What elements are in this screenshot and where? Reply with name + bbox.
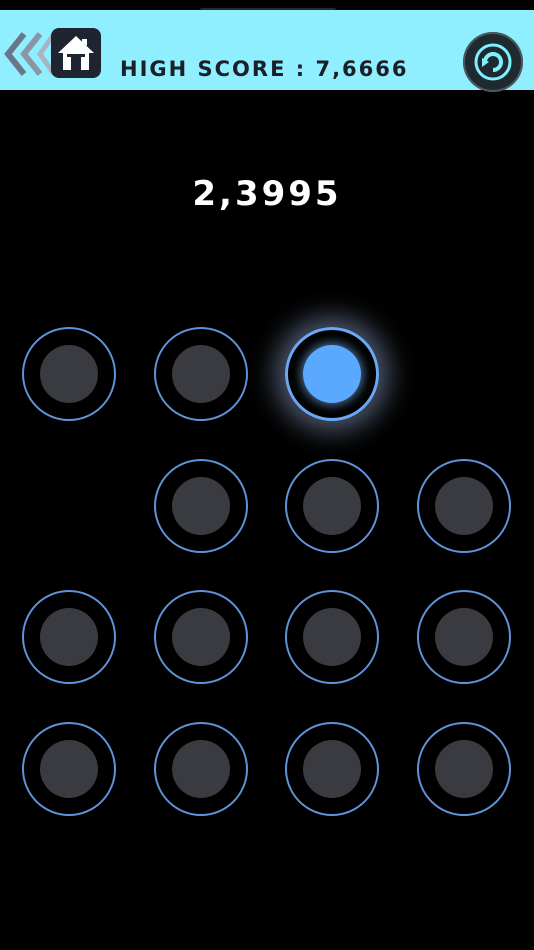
dot-core <box>172 345 230 403</box>
dot-grid <box>0 0 534 950</box>
dot-core <box>40 345 98 403</box>
dot-core <box>40 608 98 666</box>
dot-core <box>172 608 230 666</box>
grid-dot[interactable] <box>154 722 248 816</box>
grid-dot[interactable] <box>285 590 379 684</box>
grid-dot[interactable] <box>154 590 248 684</box>
grid-dot[interactable] <box>417 722 511 816</box>
dot-core <box>172 477 230 535</box>
dot-core <box>303 608 361 666</box>
dot-core <box>40 740 98 798</box>
grid-dot[interactable] <box>417 459 511 553</box>
dot-core <box>435 740 493 798</box>
grid-dot[interactable] <box>285 722 379 816</box>
grid-dot-active[interactable] <box>285 327 379 421</box>
grid-dot[interactable] <box>154 459 248 553</box>
grid-dot[interactable] <box>22 722 116 816</box>
dot-core <box>172 740 230 798</box>
dot-core <box>303 345 361 403</box>
grid-dot[interactable] <box>22 590 116 684</box>
dot-core <box>303 477 361 535</box>
dot-core <box>303 740 361 798</box>
grid-dot[interactable] <box>154 327 248 421</box>
grid-dot[interactable] <box>285 459 379 553</box>
dot-core <box>435 477 493 535</box>
grid-dot[interactable] <box>22 327 116 421</box>
dot-core <box>435 608 493 666</box>
grid-dot[interactable] <box>417 590 511 684</box>
game-screen: HIGH SCORE : 7,6666 2,3995 <box>0 0 534 950</box>
